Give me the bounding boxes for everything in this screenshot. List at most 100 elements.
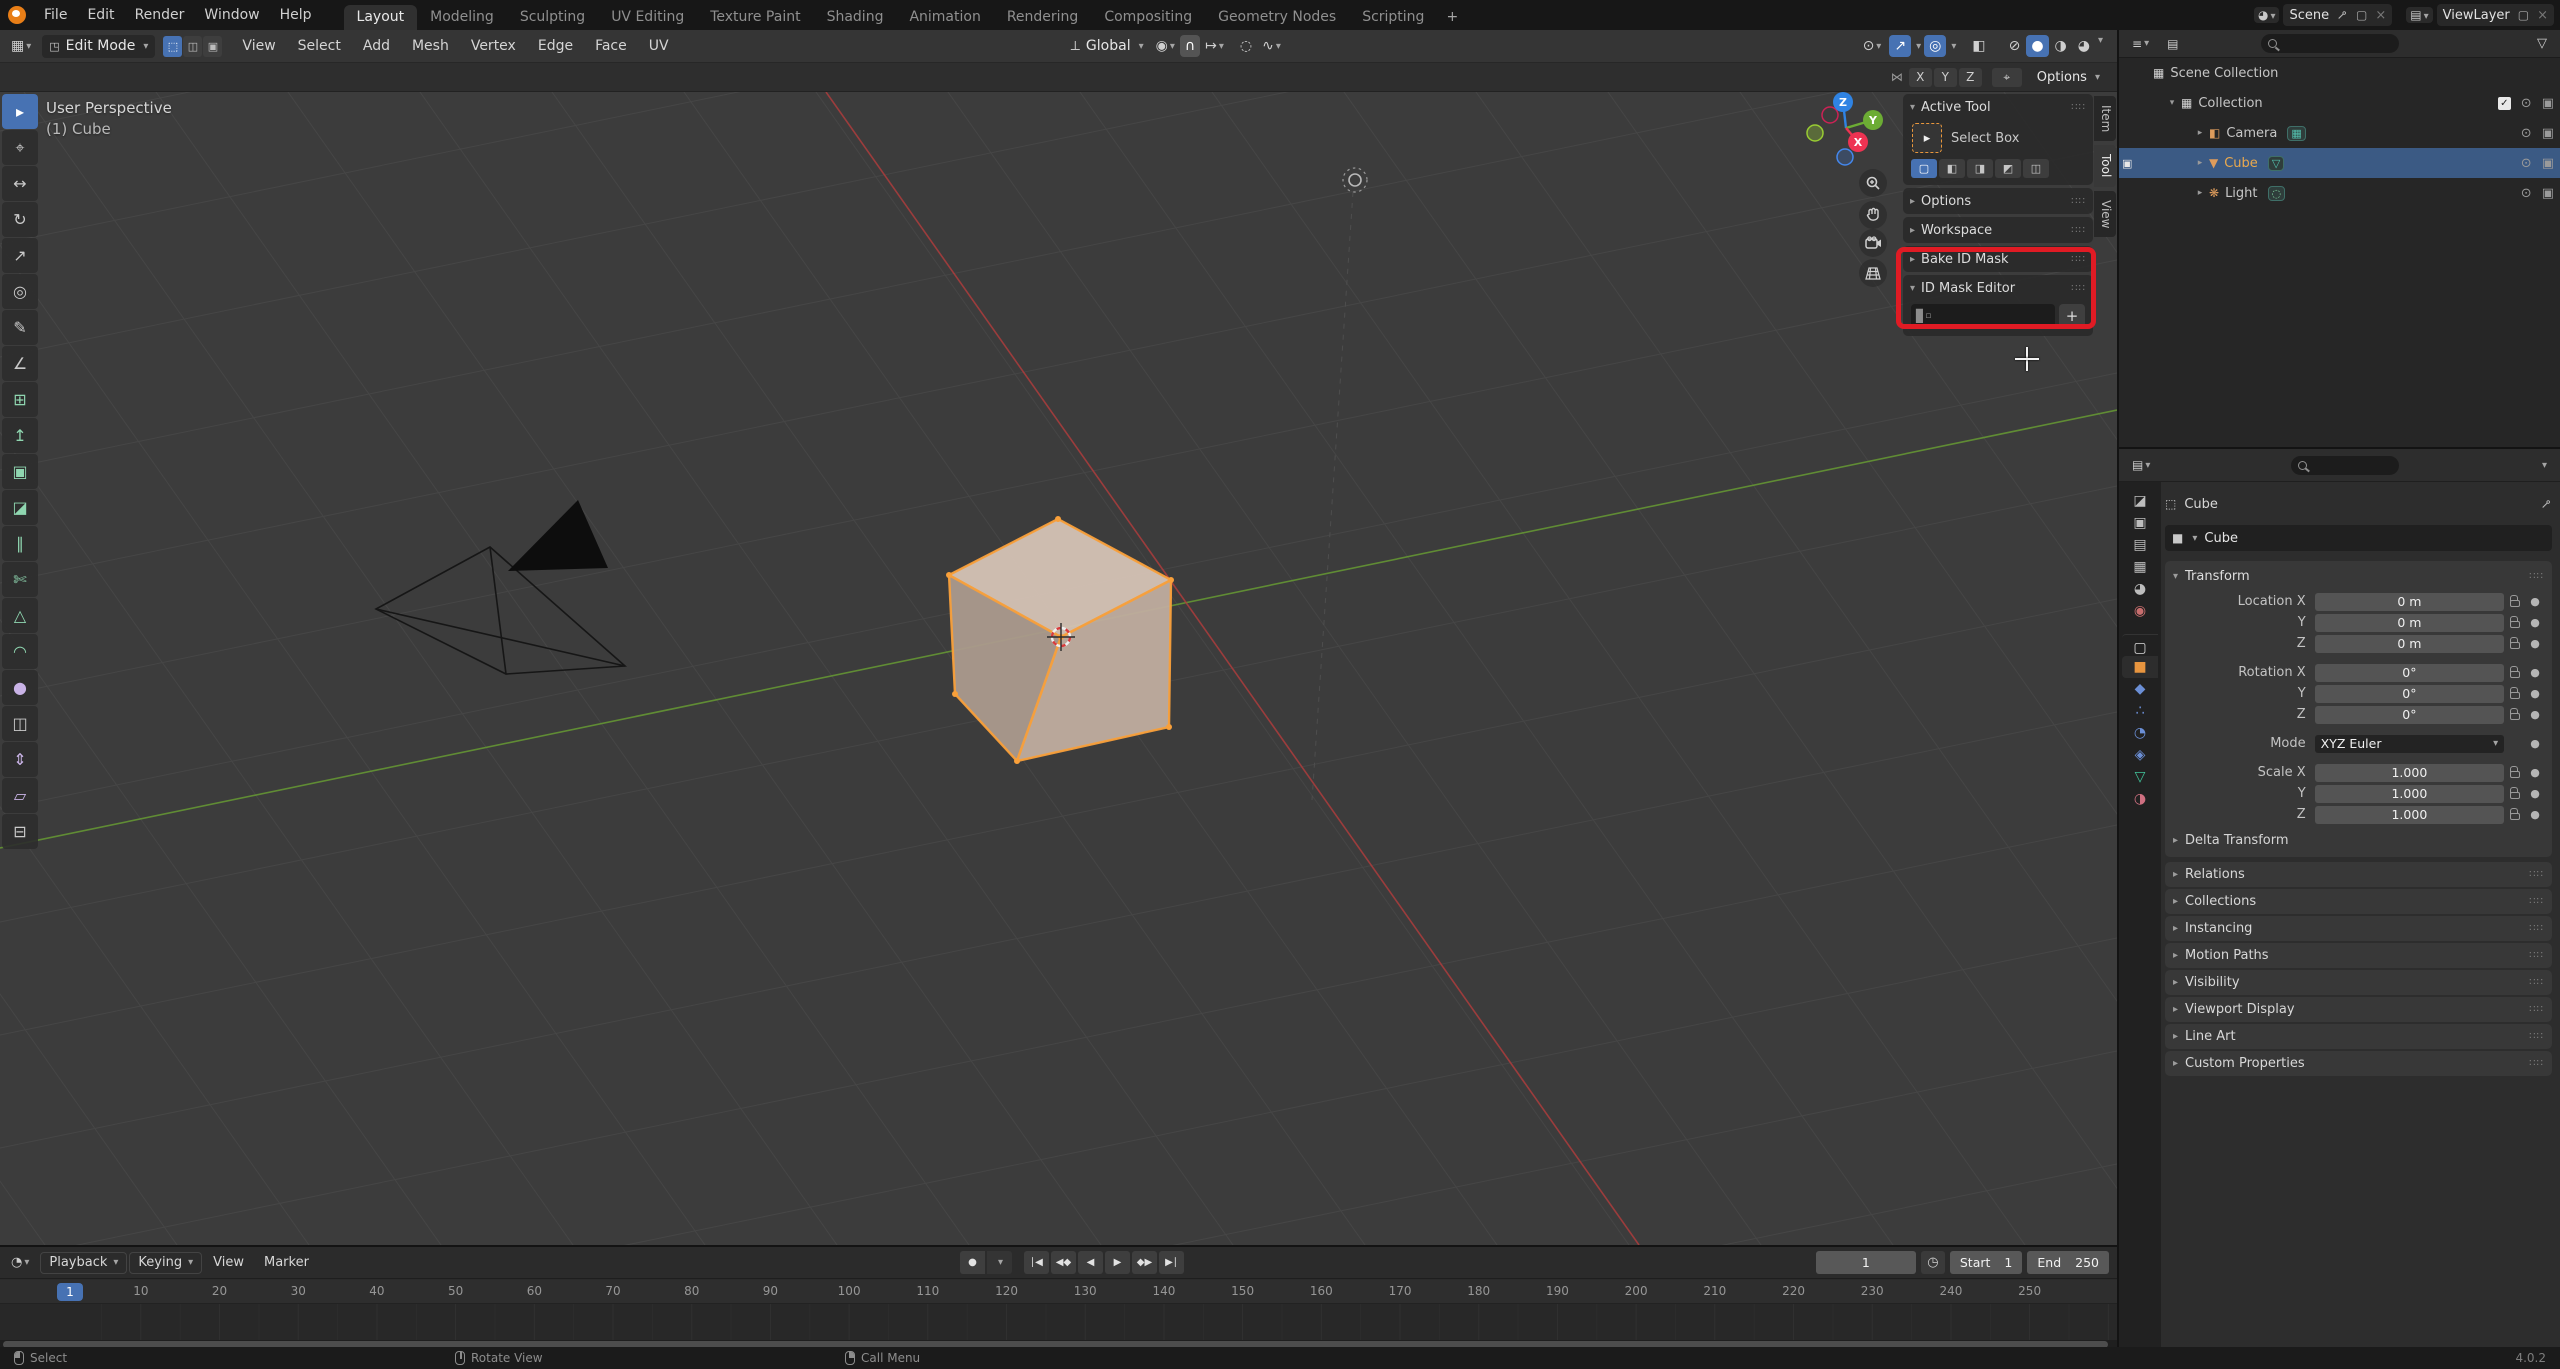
tool-shear-button[interactable]: ▱ xyxy=(2,778,38,813)
properties-tab-data[interactable]: ▽ xyxy=(2122,766,2158,788)
id-mask-add-button[interactable]: + xyxy=(2059,304,2085,328)
animate-dot-icon[interactable]: ● xyxy=(2526,787,2544,800)
properties-search[interactable] xyxy=(2291,455,2400,475)
viewport-menu-view[interactable]: View xyxy=(232,35,285,57)
menu-file[interactable]: File xyxy=(34,4,77,26)
select-mode-3[interactable]: ◩ xyxy=(1995,159,2021,178)
jump-to-start-button[interactable]: ∣◀ xyxy=(1024,1251,1049,1274)
hide-eye-icon[interactable]: ⊙ xyxy=(2521,96,2532,111)
properties-tab-tool[interactable]: ◪ xyxy=(2122,490,2158,512)
animate-dot-icon[interactable]: ● xyxy=(2526,616,2544,629)
tool-add-cube-button[interactable]: ⊞ xyxy=(2,382,38,417)
menu-help[interactable]: Help xyxy=(270,4,322,26)
viewport-menu-uv[interactable]: UV xyxy=(639,35,679,57)
z-field[interactable]: 1.000 xyxy=(2314,805,2505,824)
shading-rendered-button[interactable]: ◕ xyxy=(2073,35,2095,57)
current-frame-badge[interactable]: 1 xyxy=(57,1283,83,1301)
tool-loop-cut-button[interactable]: ∥ xyxy=(2,526,38,561)
timeline-menu-keying[interactable]: Keying ▾ xyxy=(129,1251,203,1274)
display-mode-button[interactable]: ▤ xyxy=(2162,33,2183,55)
properties-tab-material[interactable]: ◑ xyxy=(2122,788,2158,810)
drag-grip-icon[interactable]: ∷∷ xyxy=(2071,283,2086,294)
show-overlays-button[interactable]: ◎ xyxy=(1924,35,1947,57)
animate-dot-icon[interactable]: ● xyxy=(2526,687,2544,700)
section-line-art[interactable]: ▸ Line Art ∷∷ xyxy=(2165,1024,2552,1049)
lock-icon[interactable] xyxy=(2510,766,2521,778)
tool-scale-button[interactable]: ↗ xyxy=(2,238,38,273)
falloff-button[interactable]: ∿ ▾ xyxy=(1257,35,1286,57)
editor-type-button[interactable]: ▤ ▾ xyxy=(2127,454,2155,476)
proportional-edit-button[interactable]: ◌ xyxy=(1235,35,1257,57)
copy-viewlayer-icon[interactable]: ▢ xyxy=(2518,8,2529,22)
gizmo-minus-y[interactable] xyxy=(1806,124,1824,142)
xray-toggle-button[interactable]: ◧ xyxy=(1967,35,1990,57)
scene-icon[interactable]: ◕ ▾ xyxy=(2253,7,2280,23)
keying-dropdown[interactable]: ▾ xyxy=(987,1251,1012,1274)
lock-icon[interactable] xyxy=(2510,687,2521,699)
id-mask-input[interactable]: ▊ ▫ xyxy=(1911,304,2055,328)
sidebar-tab-view[interactable]: View xyxy=(2094,190,2116,238)
tool-bevel-button[interactable]: ◪ xyxy=(2,490,38,525)
pan-view-button[interactable] xyxy=(1859,201,1887,229)
snap-with-button[interactable]: ↦ ▾ xyxy=(1200,35,1229,57)
tool-annotate-button[interactable]: ✎ xyxy=(2,310,38,345)
mirror-x-button[interactable]: X xyxy=(1908,67,1932,87)
tool-shrink-fatten-button[interactable]: ⇕ xyxy=(2,742,38,777)
camera-view-button[interactable] xyxy=(1859,229,1887,257)
mode-select[interactable]: ◳ Edit Mode ▾ xyxy=(42,34,156,58)
properties-tab-output[interactable]: ▤ xyxy=(2122,534,2158,556)
show-gizmo-button[interactable]: ↗ xyxy=(1889,35,1912,57)
outliner-search[interactable] xyxy=(2261,34,2400,53)
add-workspace-button[interactable]: + xyxy=(1437,5,1467,30)
overlays-dropdown[interactable]: ▾ xyxy=(1951,41,1956,52)
camera-object[interactable] xyxy=(374,500,627,675)
select-mode-1[interactable]: ◧ xyxy=(1939,159,1965,178)
snap-badge-icon[interactable]: ⌖ xyxy=(1991,67,2022,87)
y-field[interactable]: 0° xyxy=(2314,684,2505,703)
tool-rotate-button[interactable]: ↻ xyxy=(2,202,38,237)
sidebar-tab-tool[interactable]: Tool xyxy=(2094,145,2116,187)
disable-render-icon[interactable]: ▣ xyxy=(2542,126,2554,141)
transform-header[interactable]: ▾ Transform ∷∷ xyxy=(2173,566,2544,586)
pin-icon[interactable]: ⊸ xyxy=(2333,6,2351,24)
mirror-z-button[interactable]: Z xyxy=(1958,67,1982,87)
menu-edit[interactable]: Edit xyxy=(77,4,124,26)
section-viewport-display[interactable]: ▸ Viewport Display ∷∷ xyxy=(2165,997,2552,1022)
lock-icon[interactable] xyxy=(2510,637,2521,649)
animate-dot-icon[interactable]: ● xyxy=(2526,666,2544,679)
hide-eye-icon[interactable]: ⊙ xyxy=(2521,156,2532,171)
menu-render[interactable]: Render xyxy=(125,4,195,26)
panel-header-workspace[interactable]: ▸ Workspace ∷∷ xyxy=(1910,221,2086,239)
animate-dot-icon[interactable]: ● xyxy=(2526,766,2544,779)
z-field[interactable]: 0 m xyxy=(2314,634,2505,653)
timeline-menu-marker[interactable]: Marker xyxy=(255,1253,318,1272)
workspace-tab-animation[interactable]: Animation xyxy=(896,5,993,30)
shading-solid-button[interactable]: ● xyxy=(2026,35,2049,57)
z-field[interactable]: 0° xyxy=(2314,705,2505,724)
properties-tab-view-layer[interactable]: ▦ xyxy=(2122,556,2158,578)
properties-tab-object[interactable]: ■ xyxy=(2122,656,2158,678)
hide-eye-icon[interactable]: ⊙ xyxy=(2521,126,2532,141)
hide-eye-icon[interactable]: ⊙ xyxy=(2521,186,2532,201)
snap-magnet-button[interactable]: ∩ xyxy=(1179,35,1201,57)
properties-tab-particles[interactable]: ∴ xyxy=(2122,700,2158,722)
lock-icon[interactable] xyxy=(2510,616,2521,628)
scene-name[interactable]: Scene xyxy=(2289,8,2329,23)
lock-icon[interactable] xyxy=(2510,666,2521,678)
outliner-row-scene-collection[interactable]: ▦ Scene Collection xyxy=(2119,58,2560,88)
expander-icon[interactable]: ▸ xyxy=(2193,128,2207,138)
timeline-menu-view[interactable]: View xyxy=(204,1253,253,1272)
lock-icon[interactable] xyxy=(2510,708,2521,720)
viewport-menu-mesh[interactable]: Mesh xyxy=(402,35,459,57)
properties-tab-scene[interactable]: ◕ xyxy=(2122,578,2158,600)
workspace-tab-texture-paint[interactable]: Texture Paint xyxy=(697,5,813,30)
orientation-select[interactable]: ⟂ Global ▾ xyxy=(1064,35,1151,58)
object-name-field[interactable]: ■ ▾ Cube xyxy=(2165,525,2552,551)
properties-search-input[interactable] xyxy=(2312,458,2393,472)
gizmo-dropdown[interactable]: ▾ xyxy=(1916,41,1921,52)
viewport-menu-vertex[interactable]: Vertex xyxy=(461,35,526,57)
outliner-row-cube[interactable]: ▣ ▸ ▼ Cube ▽ ⊙ ▣ xyxy=(2119,148,2560,178)
y-field[interactable]: 1.000 xyxy=(2314,784,2505,803)
workspace-tab-layout[interactable]: Layout xyxy=(343,5,418,30)
drag-grip-icon[interactable]: ∷∷ xyxy=(2529,571,2544,582)
